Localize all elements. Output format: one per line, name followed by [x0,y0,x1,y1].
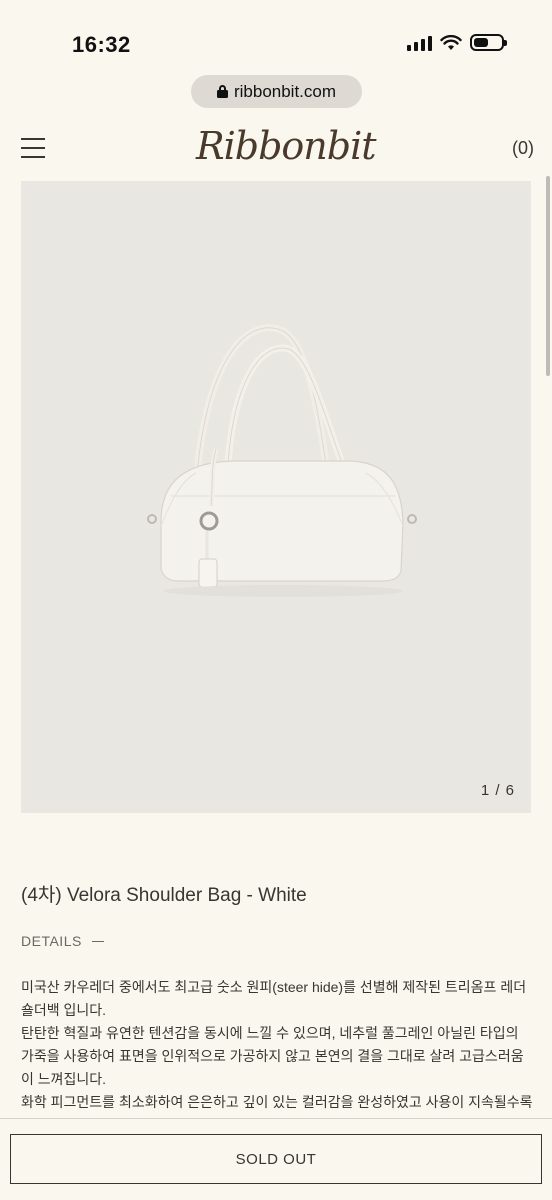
status-time: 16:32 [72,32,131,57]
status-bar: 16:32 [0,0,552,80]
battery-icon [470,34,507,51]
product-description: 미국산 카우레더 중에서도 최고급 숫소 원피(steer hide)를 선별해… [21,976,533,1122]
cart-button[interactable]: (0) [512,138,534,159]
description-paragraph: 미국산 카우레더 중에서도 최고급 숫소 원피(steer hide)를 선별해… [21,979,527,1018]
url-text: ribbonbit.com [233,81,337,101]
product-image [147,324,417,597]
product-title: (4차) Velora Shoulder Bag - White [21,885,307,906]
site-logo[interactable]: Ribbonbit [196,124,377,168]
page-scrollbar[interactable] [546,176,550,376]
status-icons [407,34,507,51]
lock-icon [216,85,228,98]
details-toggle[interactable]: DETAILS [21,933,104,949]
description-paragraph: 탄탄한 혁질과 유연한 텐션감을 동시에 느낄 수 있으며, 네추럴 풀그레인 … [21,1025,524,1087]
collapse-dash-icon [91,940,104,942]
site-header: Ribbonbit (0) [0,118,552,180]
details-label: DETAILS [21,933,82,949]
sold-out-button[interactable]: SOLD OUT [10,1134,542,1184]
bottom-action-bar: SOLD OUT [0,1118,552,1200]
url-bar[interactable]: ribbonbit.com [191,75,362,108]
gallery-counter: 1 / 6 [480,782,515,799]
hamburger-menu-icon[interactable] [21,138,45,158]
cellular-signal-icon [407,35,432,51]
product-image-gallery[interactable]: 1 / 6 [21,181,531,813]
wifi-icon [440,34,462,50]
